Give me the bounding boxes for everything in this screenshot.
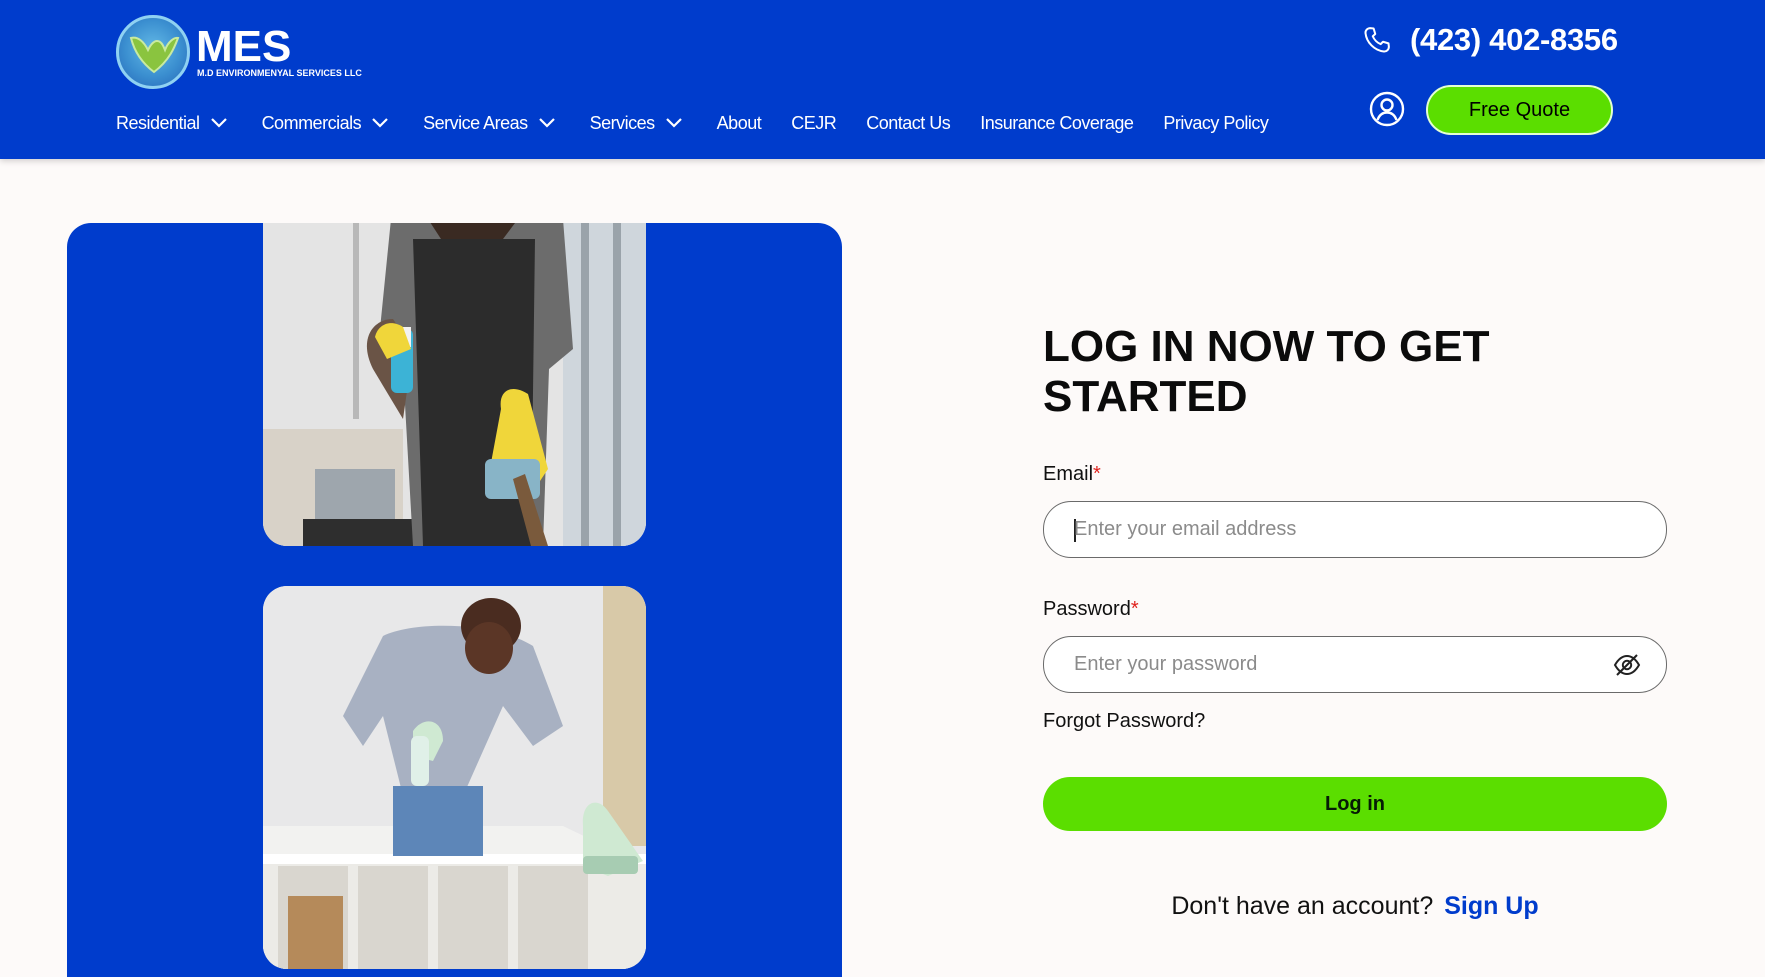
forgot-password-link[interactable]: Forgot Password? — [1043, 710, 1205, 733]
nav-label: Commercials — [261, 112, 362, 133]
password-field-wrapper — [1043, 636, 1667, 693]
nav-item-service-areas[interactable]: Service Areas — [423, 113, 560, 134]
cleaner-photo-bottom — [263, 586, 646, 969]
main-nav: Residential Commercials Service Areas Se… — [116, 108, 1269, 138]
nav-item-cejr[interactable]: CEJR — [791, 112, 837, 134]
page-title: LOG IN NOW TO GET STARTED — [1043, 322, 1490, 421]
email-label: Email* — [1043, 463, 1101, 486]
cleaner-spray-image — [263, 223, 646, 546]
site-header: MES M.D ENVIRONMENYAL SERVICES LLC Resid… — [0, 0, 1765, 159]
nav-item-about[interactable]: About — [717, 113, 762, 134]
free-quote-button[interactable]: Free Quote — [1426, 85, 1613, 135]
eye-off-icon[interactable] — [1613, 652, 1641, 678]
email-input[interactable] — [1074, 502, 1614, 557]
nav-item-residential[interactable]: Residential — [116, 113, 232, 134]
chevron-down-icon — [665, 118, 682, 128]
chevron-down-icon — [372, 118, 388, 128]
nav-item-services[interactable]: Services — [590, 113, 687, 134]
email-field-wrapper — [1043, 501, 1667, 558]
nav-label: Contact Us — [866, 112, 951, 133]
email-label-text: Email — [1043, 463, 1094, 485]
password-label: Password* — [1043, 598, 1139, 621]
required-asterisk: * — [1093, 463, 1101, 485]
chevron-down-icon — [210, 118, 227, 128]
nav-label: Insurance Coverage — [980, 112, 1134, 133]
nav-item-contact-us[interactable]: Contact Us — [866, 112, 951, 134]
nav-label: Privacy Policy — [1163, 112, 1269, 133]
sign-up-link[interactable]: Sign Up — [1444, 892, 1538, 920]
brand-logo[interactable]: MES M.D ENVIRONMENYAL SERVICES LLC — [116, 15, 376, 89]
logo-mark-icon — [116, 15, 190, 89]
cleaner-wiping-image — [263, 586, 646, 969]
cleaner-photo-top — [263, 223, 646, 546]
phone-icon — [1364, 27, 1390, 53]
nav-label: Residential — [116, 112, 200, 133]
password-input[interactable] — [1074, 637, 1614, 692]
brand-subtitle: M.D ENVIRONMENYAL SERVICES LLC — [197, 68, 362, 78]
nav-item-insurance-coverage[interactable]: Insurance Coverage — [980, 112, 1134, 134]
phone-number: (423) 402-8356 — [1410, 22, 1618, 57]
nav-label: CEJR — [791, 112, 837, 133]
hero-image-panel — [67, 223, 842, 977]
nav-label: Services — [589, 112, 656, 133]
signup-prompt: Don't have an account? Sign Up — [1043, 892, 1667, 921]
brand-name: MES — [196, 22, 292, 71]
nav-label: Service Areas — [423, 112, 528, 133]
chevron-down-icon — [538, 118, 555, 128]
nav-item-commercials[interactable]: Commercials — [262, 113, 394, 134]
nav-item-privacy-policy[interactable]: Privacy Policy — [1163, 112, 1269, 134]
phone-link[interactable]: (423) 402-8356 — [1362, 22, 1618, 58]
password-label-text: Password — [1043, 598, 1131, 620]
user-circle-icon[interactable] — [1369, 91, 1405, 127]
nav-label: About — [716, 112, 762, 133]
signup-prompt-text: Don't have an account? — [1171, 892, 1434, 920]
required-asterisk: * — [1130, 598, 1139, 620]
log-in-button[interactable]: Log in — [1043, 777, 1667, 831]
